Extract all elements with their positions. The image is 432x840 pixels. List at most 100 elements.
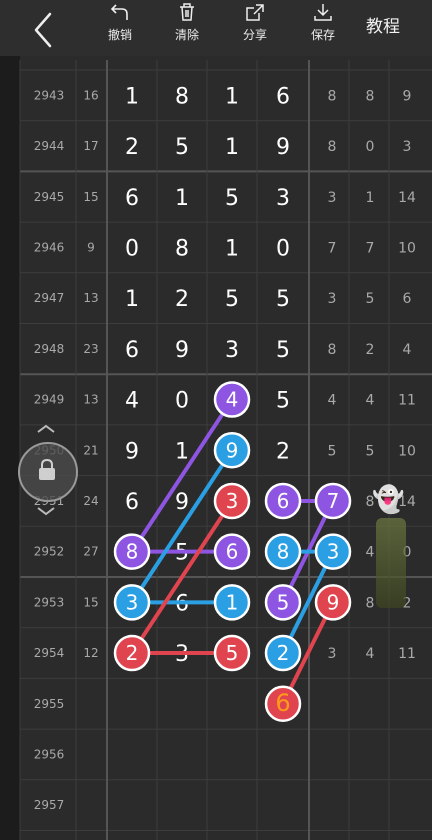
svg-text:5: 5	[277, 590, 290, 614]
svg-text:3: 3	[327, 540, 340, 564]
digit-cell[interactable]: 9	[276, 135, 290, 160]
clear-button[interactable]: 清除	[157, 2, 217, 52]
svg-text:2: 2	[126, 641, 139, 665]
digit-cell[interactable]: 4	[125, 389, 139, 414]
svg-text:8: 8	[277, 540, 290, 564]
number-ball[interactable]: 2	[264, 634, 302, 672]
digit-cell[interactable]: 6	[125, 490, 139, 515]
stat-cell: 4	[328, 393, 337, 409]
battery-widget[interactable]	[376, 518, 406, 608]
lottery-grid: 2943 16 1 8 1 6 8 8 92944 17 2 5 1 9 8 0 32945 15 6 1 5 3 3 1 14…	[0, 56, 432, 840]
digit-cell[interactable]: 8	[175, 236, 189, 261]
digit-cell[interactable]: 2	[125, 135, 139, 160]
digit-cell[interactable]: 2	[175, 287, 189, 312]
digit-cell[interactable]: 1	[225, 84, 239, 109]
toolbar: 撤销 清除 分享 保存 教程	[0, 0, 432, 56]
digit-cell[interactable]: 1	[125, 84, 139, 109]
sum-cell: 9	[87, 240, 95, 254]
stat-cell: 14	[398, 190, 416, 206]
sum-cell: 27	[83, 545, 98, 559]
digit-cell[interactable]: 0	[175, 389, 189, 414]
number-ball[interactable]: 3	[113, 584, 151, 621]
sum-cell: 21	[83, 443, 98, 457]
stat-cell: 5	[366, 443, 375, 459]
digit-cell[interactable]: 0	[276, 236, 290, 261]
digit-cell[interactable]: 3	[225, 338, 239, 363]
stat-cell: 1	[366, 190, 375, 206]
number-ball[interactable]: 5	[213, 634, 251, 672]
tutorial-button[interactable]: 教程	[366, 12, 400, 37]
number-ball[interactable]: 4	[213, 381, 251, 418]
number-ball[interactable]: 2	[113, 634, 151, 672]
digit-cell[interactable]: 1	[225, 135, 239, 160]
digit-cell[interactable]: 1	[175, 186, 189, 211]
period-cell: 2949	[34, 393, 65, 407]
ghost-icon[interactable]: 👻	[372, 485, 404, 515]
number-ball[interactable]: 7	[314, 482, 352, 520]
stat-cell: 8	[328, 139, 337, 155]
digit-cell[interactable]: 8	[175, 84, 189, 109]
number-ball[interactable]: 6	[264, 482, 302, 520]
digit-cell[interactable]: 1	[175, 439, 189, 464]
period-cell: 2953	[34, 595, 65, 609]
digit-cell[interactable]: 2	[276, 439, 290, 464]
back-button[interactable]	[28, 6, 68, 50]
stat-cell: 4	[366, 393, 375, 409]
svg-text:9: 9	[226, 438, 239, 462]
period-cell: 2945	[34, 190, 65, 204]
number-ball[interactable]: 6	[264, 685, 302, 722]
undo-label: 撤销	[107, 28, 132, 42]
digit-cell[interactable]: 6	[276, 84, 290, 109]
number-ball[interactable]: 6	[213, 533, 251, 570]
number-ball[interactable]: 3	[314, 533, 352, 570]
digit-cell[interactable]: 5	[276, 287, 290, 312]
share-icon	[246, 4, 264, 21]
period-cell: 2944	[34, 139, 65, 153]
digit-cell[interactable]: 6	[125, 338, 139, 363]
digit-cell[interactable]: 3	[276, 186, 290, 211]
share-button[interactable]: 分享	[225, 2, 285, 52]
stat-cell: 11	[398, 646, 416, 662]
digit-cell[interactable]: 5	[276, 338, 290, 363]
svg-text:8: 8	[126, 540, 139, 564]
digit-cell[interactable]: 6	[125, 186, 139, 211]
save-button[interactable]: 保存	[293, 2, 353, 52]
period-cell: 2954	[34, 646, 65, 660]
stat-cell: 8	[366, 88, 375, 104]
number-ball[interactable]: 5	[264, 584, 302, 621]
sum-cell: 13	[83, 393, 98, 407]
sum-cell: 24	[83, 494, 98, 508]
period-cell: 2952	[34, 545, 65, 559]
number-ball[interactable]: 8	[113, 533, 151, 570]
digit-cell[interactable]: 9	[125, 439, 139, 464]
digit-cell[interactable]: 5	[276, 389, 290, 414]
digit-cell[interactable]: 0	[125, 236, 139, 261]
number-ball[interactable]: 3	[213, 482, 251, 520]
digit-cell[interactable]: 1	[125, 287, 139, 312]
digit-cell[interactable]: 5	[225, 287, 239, 312]
digit-cell[interactable]: 9	[175, 338, 189, 363]
stat-cell: 8	[328, 342, 337, 358]
stat-cell: 8	[328, 88, 337, 104]
stat-cell: 5	[328, 443, 337, 459]
sum-cell: 13	[83, 291, 98, 305]
number-ball[interactable]: 9	[314, 584, 352, 621]
digit-cell[interactable]: 5	[225, 186, 239, 211]
stat-cell: 7	[328, 240, 337, 256]
number-ball[interactable]: 1	[213, 584, 251, 621]
lock-button[interactable]	[18, 442, 78, 502]
sum-cell: 17	[83, 139, 98, 153]
number-ball[interactable]: 9	[213, 432, 251, 469]
undo-icon	[110, 4, 128, 20]
svg-text:2: 2	[277, 641, 290, 665]
sum-cell: 15	[83, 190, 98, 204]
digit-cell[interactable]: 1	[225, 236, 239, 261]
undo-button[interactable]: 撤销	[90, 2, 150, 52]
digit-cell[interactable]: 9	[175, 490, 189, 515]
digit-cell[interactable]: 5	[175, 135, 189, 160]
sum-cell: 16	[83, 88, 98, 102]
period-cell: 2948	[34, 342, 65, 356]
period-cell: 2957	[34, 798, 65, 812]
number-ball[interactable]: 8	[264, 533, 302, 570]
stat-cell: 6	[403, 291, 412, 307]
